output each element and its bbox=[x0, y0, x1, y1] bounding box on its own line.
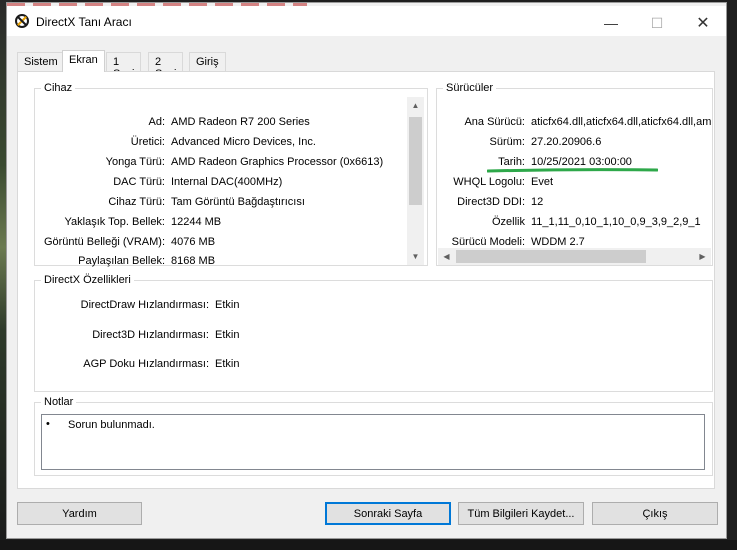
device-value: 12244 MB bbox=[171, 216, 222, 228]
scroll-right-icon[interactable]: ▶ bbox=[694, 248, 711, 265]
device-row: Ad: AMD Radeon R7 200 Series bbox=[35, 116, 409, 130]
feature-label: Direct3D Hızlandırması: bbox=[92, 329, 209, 341]
feature-value: Etkin bbox=[215, 358, 240, 370]
desktop-background-right bbox=[727, 0, 737, 550]
driver-row: WHQL Logolu: Evet bbox=[437, 176, 712, 190]
driver-row: Ana Sürücü: aticfx64.dll,aticfx64.dll,at… bbox=[437, 116, 712, 130]
drivers-hscrollbar[interactable]: ◀ ▶ bbox=[438, 248, 711, 265]
device-label: Yonga Türü: bbox=[105, 156, 165, 168]
device-group-label: Cihaz bbox=[41, 82, 76, 94]
device-value: 4076 MB bbox=[171, 236, 216, 248]
desktop-background-bottom bbox=[0, 540, 737, 550]
device-label: Üretici: bbox=[130, 136, 165, 148]
feature-label: AGP Doku Hızlandırması: bbox=[83, 358, 209, 370]
help-button[interactable]: Yardım bbox=[17, 502, 142, 525]
device-row: Üretici: Advanced Micro Devices, Inc. bbox=[35, 136, 409, 150]
dxdiag-window: DirectX Tanı Aracı — ☐ ✕ Sistem Ekran 1 … bbox=[6, 2, 727, 539]
device-value: Internal DAC(400MHz) bbox=[171, 176, 283, 188]
device-label: Ad: bbox=[148, 116, 165, 128]
tab-ekran[interactable]: Ekran bbox=[62, 50, 105, 72]
driver-row: Direct3D DDI: 12 bbox=[437, 196, 712, 210]
driver-label: Özellik bbox=[491, 216, 525, 228]
device-value: Advanced Micro Devices, Inc. bbox=[171, 136, 316, 148]
driver-value: 10/25/2021 03:00:00 bbox=[531, 156, 632, 168]
device-row: Paylaşılan Bellek: 8168 MB bbox=[35, 255, 409, 269]
device-label: Paylaşılan Bellek: bbox=[78, 255, 165, 267]
close-button[interactable]: ✕ bbox=[680, 9, 726, 37]
driver-label: Direct3D DDI: bbox=[457, 196, 525, 208]
device-scroll-thumb[interactable] bbox=[409, 117, 422, 205]
driver-label: Tarih: bbox=[498, 156, 525, 168]
driver-value: 27.20.20906.6 bbox=[531, 136, 602, 148]
scroll-down-icon[interactable]: ▼ bbox=[407, 248, 424, 265]
device-row: Görüntü Belleği (VRAM): 4076 MB bbox=[35, 236, 409, 250]
feature-row: AGP Doku Hızlandırması: Etkin bbox=[35, 358, 635, 372]
green-underline-annotation bbox=[487, 168, 658, 173]
feature-value: Etkin bbox=[215, 329, 240, 341]
driver-row: Özellik 11_1,11_0,10_1,10_0,9_3,9_2,9_1 bbox=[437, 216, 712, 230]
save-all-info-button[interactable]: Tüm Bilgileri Kaydet... bbox=[458, 502, 584, 525]
drivers-group-label: Sürücüler bbox=[443, 82, 497, 94]
driver-value: 12 bbox=[531, 196, 544, 208]
tab-sistem[interactable]: Sistem bbox=[17, 52, 65, 71]
driver-label: WHQL Logolu: bbox=[453, 176, 525, 188]
drivers-scroll-thumb[interactable] bbox=[456, 250, 646, 263]
next-page-button[interactable]: Sonraki Sayfa bbox=[325, 502, 451, 525]
driver-label: Sürücü Modeli: bbox=[451, 236, 525, 248]
display-tab-panel: Cihaz Ad: AMD Radeon R7 200 Series Üreti… bbox=[17, 71, 715, 489]
driver-row: Sürüm: 27.20.20906.6 bbox=[437, 136, 712, 150]
title-bar[interactable]: DirectX Tanı Aracı — ☐ ✕ bbox=[7, 6, 726, 36]
scroll-left-icon[interactable]: ◀ bbox=[438, 248, 455, 265]
feature-row: DirectDraw Hızlandırması: Etkin bbox=[35, 299, 635, 313]
device-label: Görüntü Belleği (VRAM): bbox=[43, 236, 165, 248]
exit-button[interactable]: Çıkış bbox=[592, 502, 718, 525]
feature-label: DirectDraw Hızlandırması: bbox=[80, 299, 209, 311]
tab-sound-1[interactable]: 1 Sesi bbox=[106, 52, 142, 80]
directx-features-group: DirectX Özellikleri DirectDraw Hızlandır… bbox=[34, 274, 713, 392]
notes-textbox[interactable]: • Sorun bulunmadı. bbox=[41, 414, 705, 470]
device-value: Tam Görüntü Bağdaştırıcısı bbox=[171, 196, 305, 208]
directx-icon bbox=[15, 14, 29, 28]
notes-item: Sorun bulunmadı. bbox=[68, 419, 155, 431]
device-value: AMD Radeon R7 200 Series bbox=[171, 116, 310, 128]
device-value: AMD Radeon Graphics Processor (0x6613) bbox=[171, 156, 384, 168]
feature-row: Direct3D Hızlandırması: Etkin bbox=[35, 329, 635, 343]
feature-value: Etkin bbox=[215, 299, 240, 311]
device-label: Cihaz Türü: bbox=[108, 196, 165, 208]
device-label: DAC Türü: bbox=[113, 176, 165, 188]
drivers-group: Sürücüler Ana Sürücü: aticfx64.dll,aticf… bbox=[436, 82, 713, 266]
window-title: DirectX Tanı Aracı bbox=[36, 15, 132, 29]
notes-bullet: • bbox=[46, 418, 50, 430]
annotation-stroke bbox=[487, 168, 658, 173]
driver-value: aticfx64.dll,aticfx64.dll,aticfx64.dll,a… bbox=[531, 116, 712, 128]
device-row: Yonga Türü: AMD Radeon Graphics Processo… bbox=[35, 156, 409, 170]
driver-label: Sürüm: bbox=[489, 136, 525, 148]
device-row: Cihaz Türü: Tam Görüntü Bağdaştırıcısı bbox=[35, 196, 409, 210]
tab-sound-2[interactable]: 2 Sesi bbox=[148, 52, 184, 80]
device-group: Cihaz Ad: AMD Radeon R7 200 Series Üreti… bbox=[34, 82, 428, 269]
device-value: 8168 MB bbox=[171, 255, 216, 267]
notes-group-label: Notlar bbox=[41, 396, 77, 408]
device-scrollbar[interactable]: ▲ ▼ bbox=[407, 97, 424, 265]
tab-input[interactable]: Giriş bbox=[189, 52, 226, 71]
driver-value: 11_1,11_0,10_1,10_0,9_3,9_2,9_1 bbox=[531, 216, 701, 228]
driver-label: Ana Sürücü: bbox=[464, 116, 525, 128]
device-row: DAC Türü: Internal DAC(400MHz) bbox=[35, 176, 409, 190]
driver-value: WDDM 2.7 bbox=[531, 236, 585, 248]
device-label: Yaklaşık Top. Bellek: bbox=[64, 216, 165, 228]
device-row: Yaklaşık Top. Bellek: 12244 MB bbox=[35, 216, 409, 230]
notes-group: Notlar • Sorun bulunmadı. bbox=[34, 396, 713, 476]
features-group-label: DirectX Özellikleri bbox=[41, 274, 134, 286]
maximize-button[interactable]: ☐ bbox=[634, 9, 680, 37]
driver-value: Evet bbox=[531, 176, 554, 188]
minimize-button[interactable]: — bbox=[588, 9, 634, 37]
scroll-up-icon[interactable]: ▲ bbox=[407, 97, 424, 114]
